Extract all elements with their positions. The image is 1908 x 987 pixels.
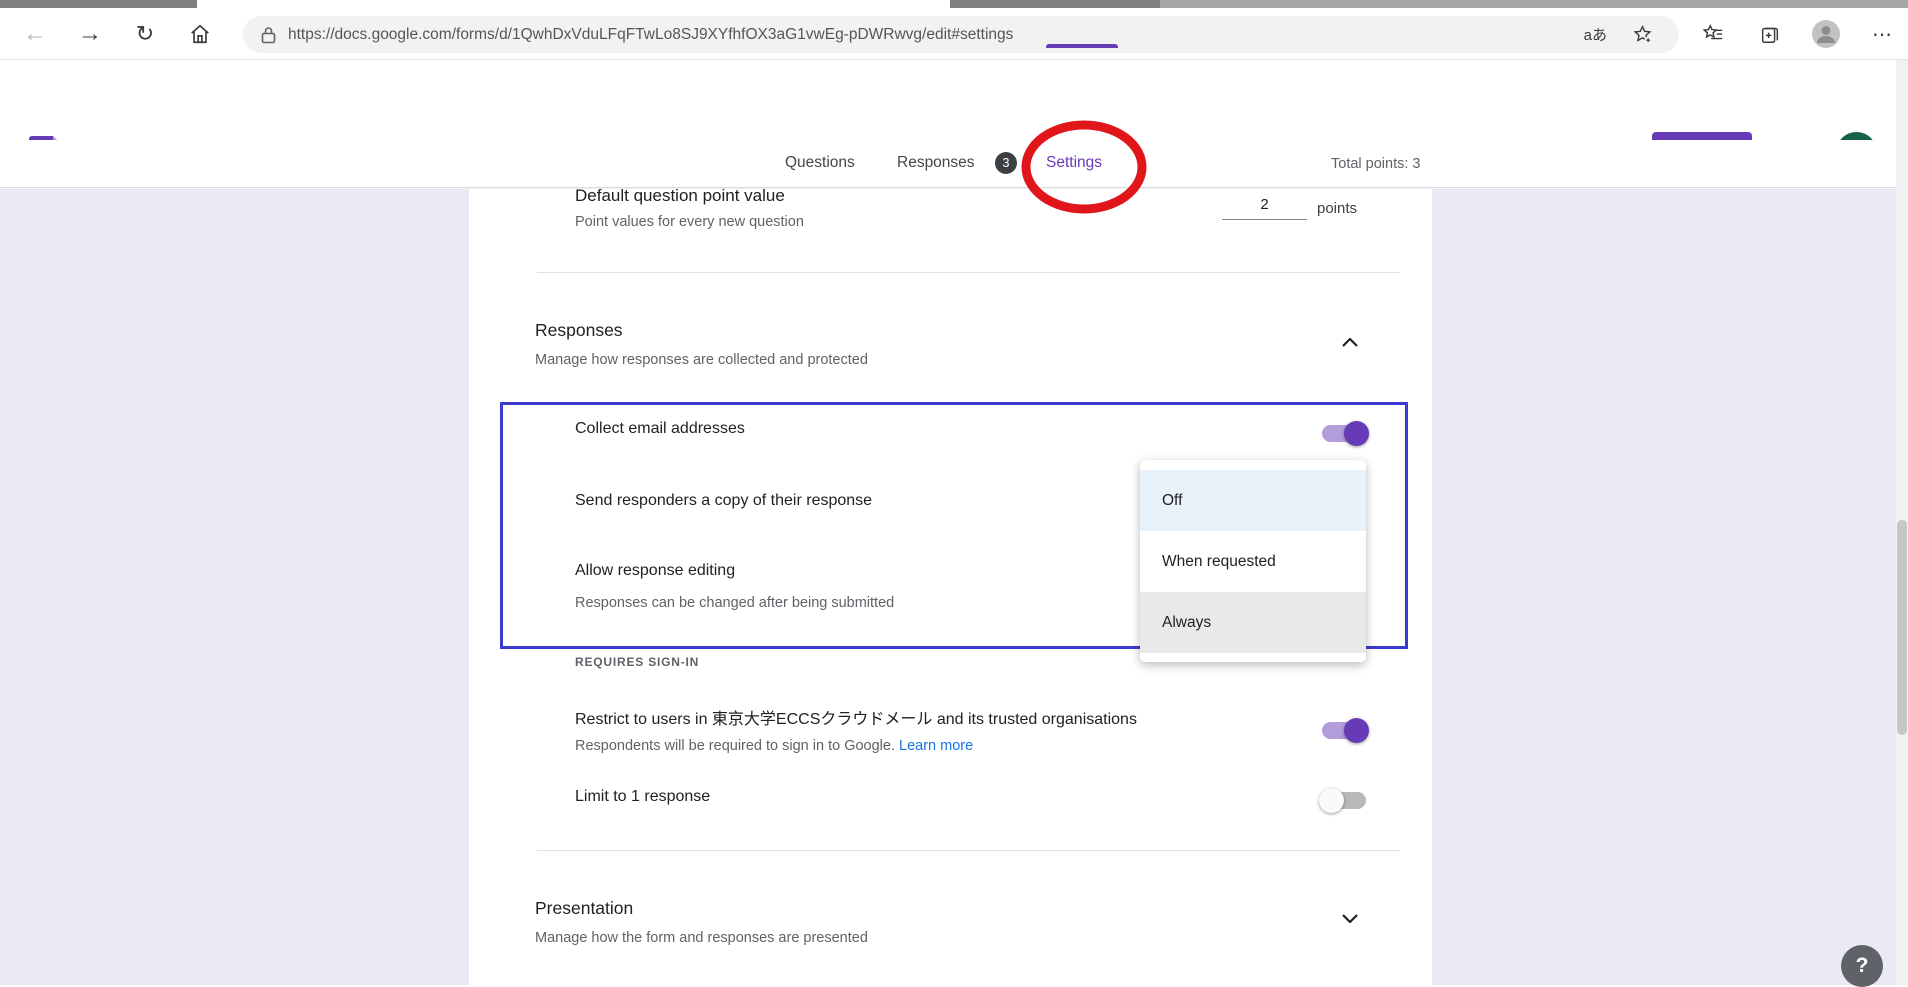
dropdown-option-when-requested[interactable]: When requested bbox=[1140, 531, 1366, 592]
limit-one-response-toggle[interactable] bbox=[1322, 792, 1366, 809]
refresh-icon[interactable]: ↻ bbox=[125, 8, 165, 60]
section-divider bbox=[537, 272, 1400, 273]
responses-section-title: Responses bbox=[535, 320, 623, 341]
tab-responses[interactable]: Responses bbox=[897, 154, 975, 172]
limit-one-response-label: Limit to 1 response bbox=[575, 788, 710, 806]
url-bar[interactable]: https://docs.google.com/forms/d/1QwhDxVd… bbox=[243, 16, 1679, 53]
lock-icon bbox=[261, 26, 276, 44]
presentation-section-title: Presentation bbox=[535, 898, 633, 919]
restrict-domain-subtitle: Respondents will be required to sign in … bbox=[575, 738, 973, 754]
default-points-title: Default question point value bbox=[575, 186, 785, 206]
default-points-subtitle: Point values for every new question bbox=[575, 214, 804, 230]
send-copy-label: Send responders a copy of their response bbox=[575, 492, 872, 510]
browser-settings-icon[interactable]: ⋯ bbox=[1862, 8, 1902, 60]
forms-header: Blank Quiz ☆ All changes saved in Drive … bbox=[0, 60, 1908, 140]
browser-toolbar: ← → ↻ https://docs.google.com/forms/d/1Q… bbox=[0, 8, 1908, 60]
browser-tab-strip bbox=[0, 0, 1908, 8]
help-button[interactable]: ? bbox=[1841, 945, 1883, 987]
total-points: Total points: 3 bbox=[1331, 156, 1420, 172]
restrict-domain-toggle[interactable] bbox=[1322, 722, 1366, 739]
allow-editing-subtitle: Responses can be changed after being sub… bbox=[575, 595, 894, 611]
settings-tab-underline bbox=[1046, 44, 1118, 48]
responses-count-badge[interactable]: 3 bbox=[995, 152, 1017, 174]
default-points-input[interactable] bbox=[1222, 196, 1307, 220]
browser-active-tab[interactable] bbox=[197, 0, 950, 8]
collect-email-label: Collect email addresses bbox=[575, 420, 745, 438]
learn-more-link[interactable]: Learn more bbox=[899, 738, 973, 754]
allow-editing-label: Allow response editing bbox=[575, 562, 735, 580]
collect-email-toggle[interactable] bbox=[1322, 425, 1366, 442]
scrollbar-thumb[interactable] bbox=[1897, 520, 1907, 735]
restrict-domain-label: Restrict to users in 東京大学ECCSクラウドメール and… bbox=[575, 705, 1315, 729]
section-divider bbox=[537, 850, 1400, 851]
collect-email-dropdown-menu: Off When requested Always bbox=[1140, 460, 1366, 662]
back-icon[interactable]: ← bbox=[15, 8, 55, 60]
translate-icon[interactable]: aあ bbox=[1584, 24, 1607, 45]
points-unit-label: points bbox=[1317, 200, 1357, 217]
favorites-bar-icon[interactable] bbox=[1693, 8, 1733, 60]
dropdown-option-always[interactable]: Always bbox=[1140, 592, 1366, 653]
home-icon[interactable] bbox=[180, 8, 220, 60]
presentation-section-subtitle: Manage how the form and responses are pr… bbox=[535, 930, 868, 946]
browser-profile-icon[interactable] bbox=[1806, 8, 1846, 60]
requires-signin-heading: REQUIRES SIGN-IN bbox=[575, 655, 699, 669]
forward-icon[interactable]: → bbox=[70, 8, 110, 60]
add-favorite-icon[interactable] bbox=[1632, 24, 1653, 45]
url-text[interactable]: https://docs.google.com/forms/d/1QwhDxVd… bbox=[288, 26, 1013, 44]
responses-section-subtitle: Manage how responses are collected and p… bbox=[535, 352, 868, 368]
expand-presentation-chevron-down-icon[interactable] bbox=[1330, 898, 1370, 938]
collapse-responses-chevron-up-icon[interactable] bbox=[1330, 322, 1370, 362]
tab-settings[interactable]: Settings bbox=[1046, 154, 1102, 172]
collections-icon[interactable] bbox=[1750, 8, 1790, 60]
google-forms-settings-screen: ← → ↻ https://docs.google.com/forms/d/1Q… bbox=[0, 0, 1908, 985]
dropdown-option-off[interactable]: Off bbox=[1140, 470, 1366, 531]
tab-questions[interactable]: Questions bbox=[785, 154, 855, 172]
scrollbar[interactable] bbox=[1896, 60, 1908, 985]
